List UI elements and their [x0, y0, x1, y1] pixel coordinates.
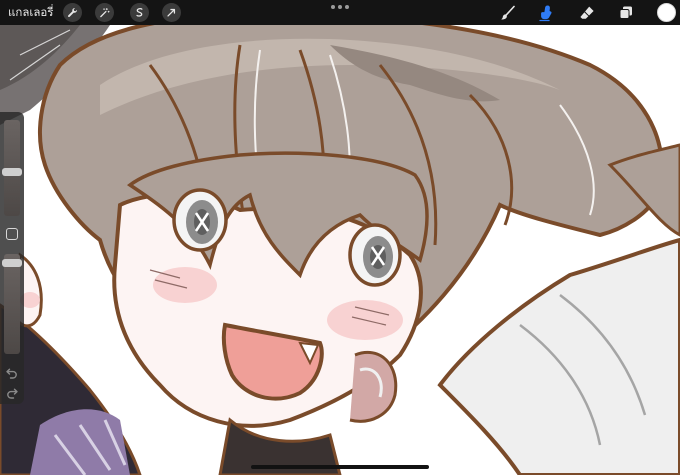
procreate-app: แกลเลอรี่ — [0, 0, 680, 475]
selection-icon[interactable] — [130, 3, 149, 22]
opacity-thumb[interactable] — [2, 258, 22, 267]
smudge-icon[interactable] — [535, 2, 557, 23]
gallery-button[interactable]: แกลเลอรี่ — [8, 4, 53, 21]
undo-icon[interactable] — [5, 364, 19, 379]
home-indicator[interactable] — [251, 465, 429, 469]
more-options-dots[interactable] — [331, 5, 349, 11]
opacity-slider[interactable] — [4, 254, 20, 354]
modify-button[interactable] — [6, 228, 18, 240]
brush-icon[interactable] — [497, 2, 519, 23]
wrench-icon[interactable] — [63, 3, 82, 22]
left-sidebar — [0, 112, 24, 404]
layers-icon[interactable] — [615, 2, 637, 23]
drawing-canvas[interactable] — [0, 25, 680, 475]
color-picker-swatch[interactable] — [657, 3, 676, 22]
brush-size-thumb[interactable] — [2, 168, 22, 177]
magic-wand-icon[interactable] — [95, 3, 114, 22]
eraser-icon[interactable] — [576, 2, 598, 23]
transform-arrow-icon[interactable] — [162, 3, 181, 22]
artwork-illustration — [0, 25, 680, 475]
top-toolbar: แกลเลอรี่ — [0, 0, 680, 25]
redo-icon[interactable] — [5, 384, 19, 399]
